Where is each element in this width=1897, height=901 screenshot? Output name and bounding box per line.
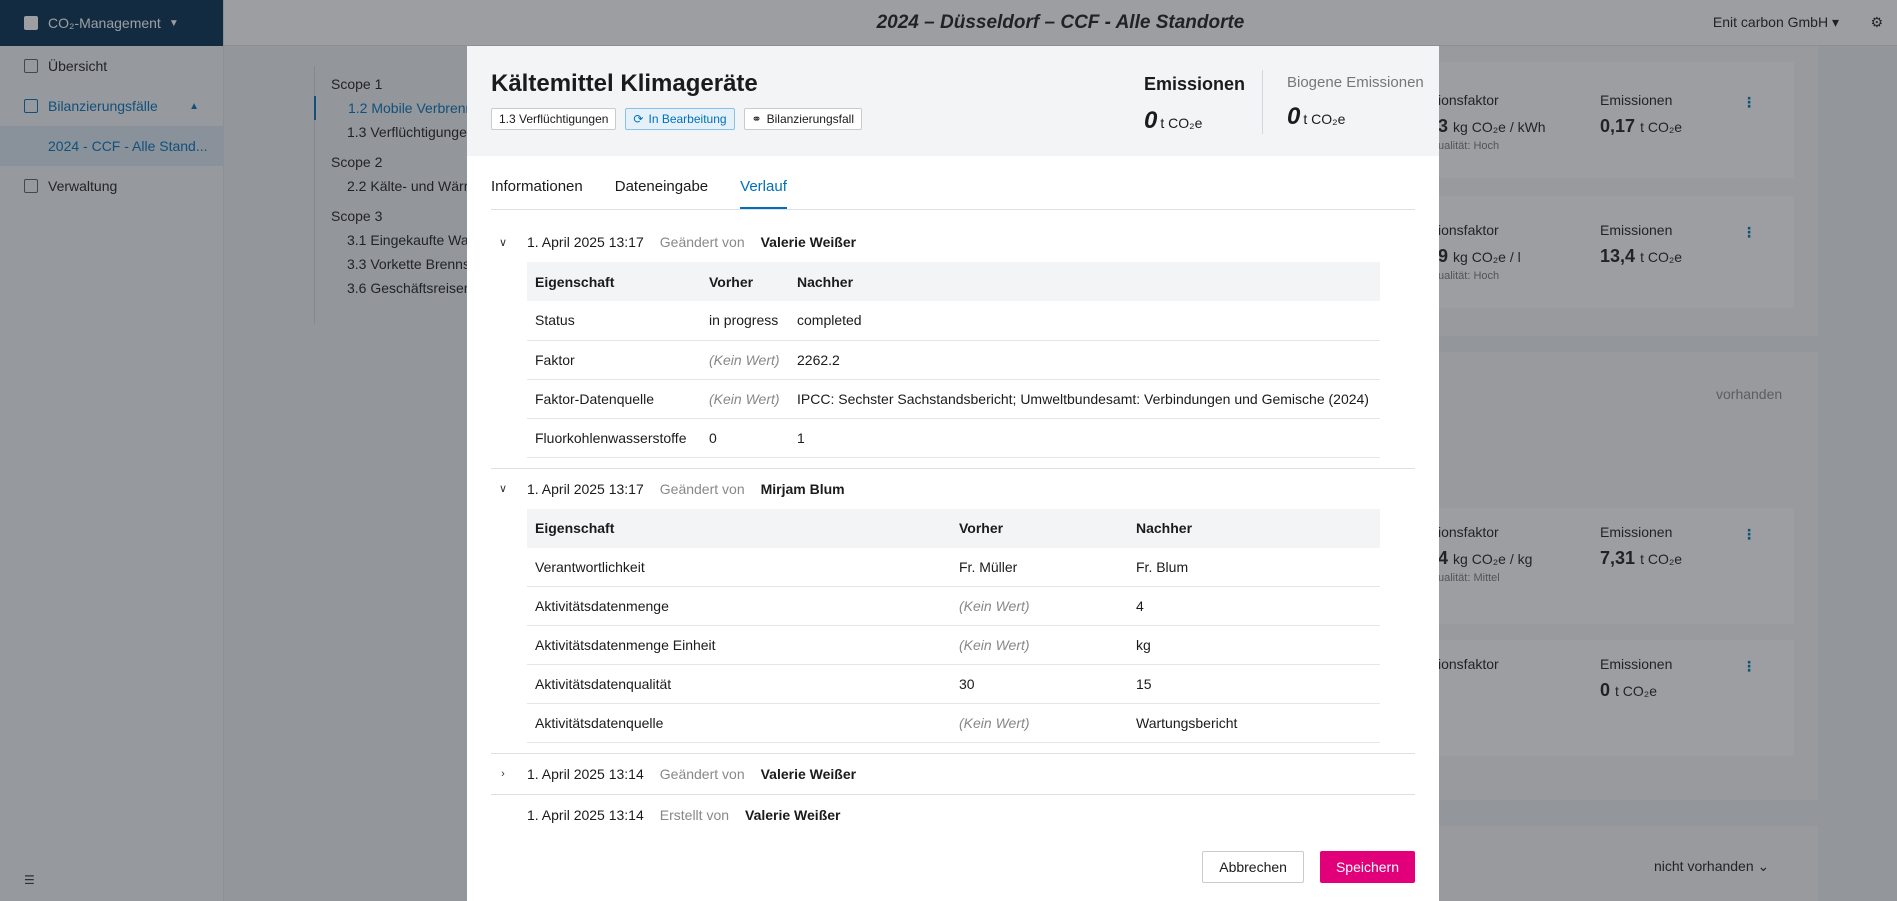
history-list: ∨ 1. April 2025 13:17 Geändert von Valer… bbox=[467, 210, 1439, 830]
modal-tabs: Informationen Dateneingabe Verlauf bbox=[491, 156, 1415, 210]
modal-title: Kältemittel Klimageräte bbox=[491, 70, 758, 97]
badge-row: 1.3 Verflüchtigungen ⟳ In Bearbeitung ⚭ Bi… bbox=[491, 108, 1415, 130]
entry-user: Valerie Weißer bbox=[760, 234, 857, 250]
chevron-down-icon[interactable]: ∨ bbox=[491, 482, 515, 495]
cell-property: Aktivitätsdatenmenge bbox=[527, 586, 951, 626]
cell-before: Fr. Müller bbox=[951, 547, 1128, 587]
history-entry-header: 1. April 2025 13:14 Erstellt von Valerie… bbox=[491, 795, 1415, 830]
change-table: Eigenschaft Vorher Nachher Verantwortlic… bbox=[527, 508, 1380, 743]
modal-header: Kältemittel Klimageräte 1.3 Verflüchtigu… bbox=[467, 46, 1439, 156]
sync-icon: ⟳ bbox=[633, 112, 644, 126]
category-badge: 1.3 Verflüchtigungen bbox=[491, 108, 617, 130]
cell-property: Faktor-Datenquelle bbox=[527, 379, 701, 419]
cell-property: Faktor bbox=[527, 340, 701, 380]
chevron-down-icon[interactable]: ∨ bbox=[491, 236, 515, 249]
cell-before: (Kein Wert) bbox=[951, 625, 1128, 665]
column-header: Nachher bbox=[789, 262, 1380, 301]
cell-before: 0 bbox=[701, 418, 789, 458]
entry-date: 1. April 2025 13:14 bbox=[527, 807, 644, 823]
save-button[interactable]: Speichern bbox=[1319, 851, 1415, 883]
entry-action: Geändert von bbox=[659, 766, 745, 782]
column-header: Eigenschaft bbox=[527, 508, 951, 548]
cell-before: (Kein Wert) bbox=[951, 586, 1128, 626]
entry-date: 1. April 2025 13:14 bbox=[527, 766, 644, 782]
status-badge: ⟳ In Bearbeitung bbox=[625, 108, 735, 130]
table-row: Fluorkohlenwasserstoffe 0 1 bbox=[527, 418, 1380, 458]
table-row: Aktivitätsdatenmenge Einheit (Kein Wert) k… bbox=[527, 625, 1380, 665]
table-row: Aktivitätsdatenquelle (Kein Wert) Wartungs… bbox=[527, 703, 1380, 743]
cell-before: 30 bbox=[951, 664, 1128, 704]
hierarchy-icon: ⚭ bbox=[751, 112, 762, 126]
type-badge: ⚭ Bilanzierungsfall bbox=[743, 108, 862, 130]
table-row: Status in progress completed bbox=[527, 301, 1380, 341]
cell-property: Aktivitätsdatenqualität bbox=[527, 664, 951, 704]
cell-after: 4 bbox=[1128, 586, 1380, 626]
column-header: Vorher bbox=[951, 508, 1128, 548]
entry-user: Mirjam Blum bbox=[760, 480, 845, 497]
biogenic-label: Biogene Emissionen bbox=[1287, 74, 1424, 91]
cell-after: completed bbox=[789, 301, 1380, 341]
biogenic-value: 0t CO₂e bbox=[1287, 103, 1346, 130]
cell-property: Verantwortlichkeit bbox=[527, 547, 951, 587]
cell-property: Aktivitätsdatenquelle bbox=[527, 703, 951, 743]
cell-property: Aktivitätsdatenmenge Einheit bbox=[527, 625, 951, 665]
change-table: Eigenschaft Vorher Nachher Status in prog… bbox=[527, 262, 1380, 458]
entry-action: Erstellt von bbox=[659, 807, 730, 823]
cell-before: (Kein Wert) bbox=[951, 703, 1128, 743]
cell-property: Fluorkohlenwasserstoffe bbox=[527, 418, 701, 458]
entry-action: Geändert von bbox=[659, 234, 745, 250]
entry-date: 1. April 2025 13:17 bbox=[527, 480, 644, 497]
cell-after: 2262.2 bbox=[789, 340, 1380, 380]
activity-modal: Kältemittel Klimageräte 1.3 Verflüchtigu… bbox=[467, 46, 1439, 901]
column-header: Vorher bbox=[701, 262, 789, 301]
entry-action: Geändert von bbox=[659, 480, 745, 497]
divider bbox=[1262, 70, 1263, 134]
cell-before: in progress bbox=[701, 301, 789, 341]
column-header: Eigenschaft bbox=[527, 262, 701, 301]
cell-after: Wartungsbericht bbox=[1128, 703, 1380, 743]
entry-date: 1. April 2025 13:17 bbox=[527, 234, 644, 250]
chevron-right-icon[interactable]: › bbox=[491, 768, 515, 780]
history-entry-header[interactable]: › 1. April 2025 13:14 Geändert von Valer… bbox=[491, 754, 1415, 794]
cell-after: 15 bbox=[1128, 664, 1380, 704]
cell-property: Status bbox=[527, 301, 701, 341]
entry-user: Valerie Weißer bbox=[745, 807, 841, 823]
table-row: Aktivitätsdatenqualität 30 15 bbox=[527, 664, 1380, 704]
tab-dateneingabe[interactable]: Dateneingabe bbox=[615, 178, 708, 209]
emissions-value: 0t CO₂e bbox=[1144, 107, 1203, 134]
table-row: Faktor-Datenquelle (Kein Wert) IPCC: Sechs… bbox=[527, 379, 1380, 419]
biogenic-summary: Biogene Emissionen 0t CO₂e bbox=[1287, 74, 1424, 131]
column-header: Nachher bbox=[1128, 508, 1380, 548]
history-entry-header[interactable]: ∨ 1. April 2025 13:17 Geändert von Mirja… bbox=[491, 469, 1415, 509]
history-entry-header[interactable]: ∨ 1. April 2025 13:17 Geändert von Valer… bbox=[491, 222, 1415, 262]
emissions-summary: Emissionen 0t CO₂e bbox=[1144, 74, 1245, 135]
cell-before: (Kein Wert) bbox=[701, 340, 789, 380]
cancel-button[interactable]: Abbrechen bbox=[1202, 851, 1304, 883]
modal-footer: Abbrechen Speichern bbox=[467, 851, 1439, 901]
emissions-label: Emissionen bbox=[1144, 74, 1246, 94]
cell-after: kg bbox=[1128, 625, 1380, 665]
table-row: Aktivitätsdatenmenge (Kein Wert) 4 bbox=[527, 586, 1380, 626]
table-row: Faktor (Kein Wert) 2262.2 bbox=[527, 340, 1380, 380]
entry-user: Valerie Weißer bbox=[760, 766, 857, 782]
cell-after: 1 bbox=[789, 418, 1380, 458]
cell-before: (Kein Wert) bbox=[701, 379, 789, 419]
tab-informationen[interactable]: Informationen bbox=[491, 178, 583, 209]
table-row: Verantwortlichkeit Fr. Müller Fr. Blum bbox=[527, 547, 1380, 587]
cell-after: Fr. Blum bbox=[1128, 547, 1380, 587]
tab-verlauf[interactable]: Verlauf bbox=[740, 178, 787, 209]
cell-after: IPCC: Sechster Sachstandsbericht; Umwelt… bbox=[789, 379, 1380, 419]
